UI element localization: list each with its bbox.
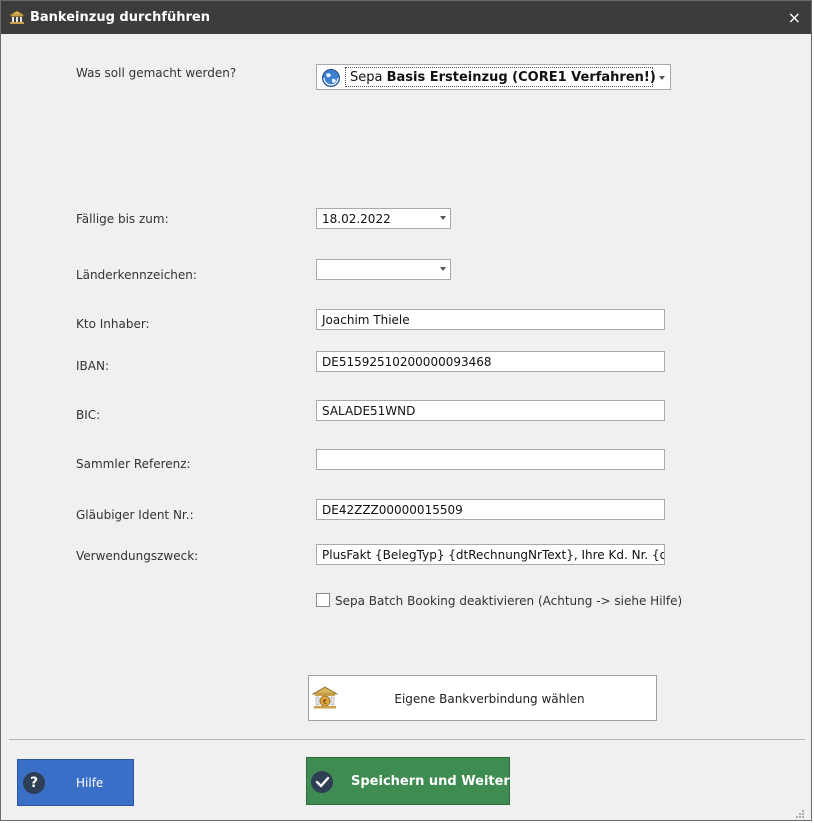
country-code-label: Länderkennzeichen: — [76, 268, 197, 282]
mode-select[interactable]: Sepa Basis Ersteinzug (CORE1 Verfahren!) — [316, 64, 671, 90]
due-date-picker[interactable]: 18.02.2022 — [316, 208, 451, 229]
own-bank-connection-label: Eigene Bankverbindung wählen — [394, 692, 585, 706]
due-date-value: 18.02.2022 — [322, 212, 391, 226]
mode-value-bold: Basis Ersteinzug (CORE1 Verfahren!) — [386, 70, 656, 85]
title-bar: Bankeinzug durchführen × — [1, 1, 811, 34]
window-title: Bankeinzug durchführen — [30, 10, 210, 25]
creditor-id-label: Gläubiger Ident Nr.: — [76, 508, 194, 522]
question-icon: ? — [23, 772, 45, 794]
chevron-down-icon[interactable] — [440, 216, 446, 220]
mode-value-prefix: Sepa — [350, 70, 387, 85]
checkmark-icon — [311, 771, 333, 793]
own-bank-connection-button[interactable]: € Eigene Bankverbindung wählen — [308, 675, 657, 721]
footer-divider — [9, 739, 805, 740]
resize-grip-icon[interactable] — [795, 804, 805, 818]
bic-field[interactable]: SALADE51WND — [316, 400, 665, 421]
bic-label: BIC: — [76, 408, 101, 422]
help-label: Hilfe — [76, 776, 104, 790]
collector-reference-label: Sammler Referenz: — [76, 457, 191, 471]
country-code-select[interactable] — [316, 259, 451, 280]
save-and-continue-label: Speichern und Weiter — [351, 774, 510, 789]
account-holder-label: Kto Inhaber: — [76, 317, 150, 331]
chevron-down-icon[interactable] — [440, 267, 446, 271]
collector-reference-field[interactable] — [316, 449, 665, 470]
iban-label: IBAN: — [76, 359, 109, 373]
batch-booking-label[interactable]: Sepa Batch Booking deaktivieren (Achtung… — [335, 594, 682, 608]
close-button[interactable]: × — [788, 8, 801, 27]
due-date-label: Fällige bis zum: — [76, 212, 169, 226]
dialog-window: Bankeinzug durchführen × Was soll gemach… — [0, 0, 812, 821]
chevron-down-icon[interactable] — [659, 76, 665, 80]
account-holder-field[interactable]: Joachim Thiele — [316, 309, 665, 330]
help-button[interactable]: ? Hilfe — [17, 759, 134, 806]
mode-label: Was soll gemacht werden? — [76, 66, 237, 80]
iban-field[interactable]: DE51592510200000093468 — [316, 351, 665, 372]
creditor-id-field[interactable]: DE42ZZZ00000015509 — [316, 499, 665, 520]
bank-icon — [8, 10, 26, 29]
purpose-field[interactable]: PlusFakt {BelegTyp} {dtRechnungNrText}, … — [316, 544, 665, 565]
save-and-continue-button[interactable]: Speichern und Weiter — [306, 757, 510, 805]
mode-selected-value: Sepa Basis Ersteinzug (CORE1 Verfahren!) — [345, 67, 656, 87]
globe-icon — [321, 68, 341, 92]
batch-booking-checkbox[interactable] — [316, 593, 330, 607]
purpose-label: Verwendungszweck: — [76, 549, 199, 563]
